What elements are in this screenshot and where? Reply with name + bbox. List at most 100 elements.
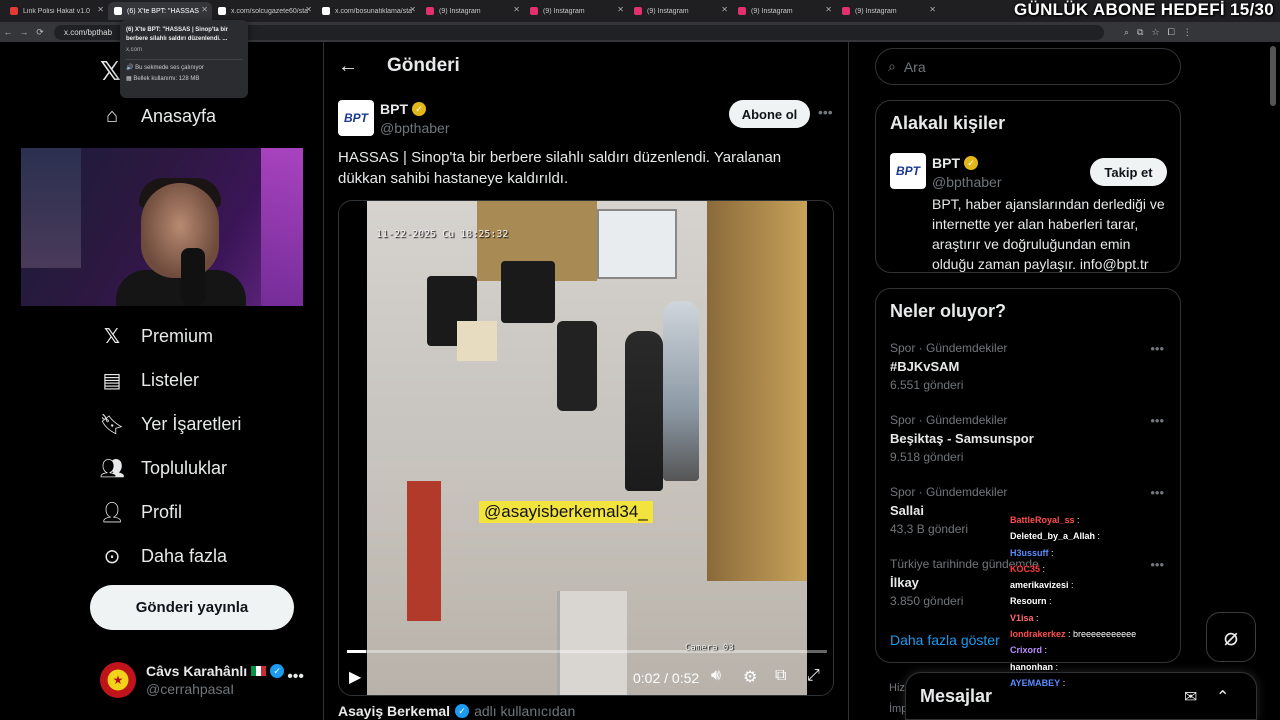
volume-icon[interactable]: 🔊︎ [711, 667, 721, 685]
post-button[interactable]: Gönderi yayınla [90, 585, 294, 630]
tab-favicon-icon [530, 7, 538, 15]
sidebar-item-home[interactable]: ⌂ Anasayfa [100, 101, 216, 131]
avatar[interactable]: BPT [890, 153, 926, 189]
x-logo-icon[interactable]: 𝕏 [100, 56, 121, 87]
webcam-overlay [21, 148, 303, 306]
extensions-icon[interactable]: ⧠ [1168, 27, 1175, 38]
new-message-icon[interactable]: ✉ [1184, 687, 1197, 707]
tweet-author-handle[interactable]: @bpthaber [380, 120, 449, 136]
tab-favicon-icon [114, 7, 122, 15]
hover-card-title: (6) X'te BPT: "HASSAS | Sinop'ta bir ber… [126, 27, 229, 42]
grok-icon[interactable]: ⌀ [1206, 612, 1256, 662]
browser-tab[interactable]: (9) Instagram ✕ [420, 2, 524, 20]
related-handle[interactable]: @bpthaber [932, 174, 1001, 190]
sidebar-item-profile[interactable]: 👤︎ Profil [99, 497, 182, 527]
settings-gear-icon[interactable]: ⚙ [743, 667, 757, 687]
bookmark-icon: 🔖︎ [99, 413, 125, 436]
pip-icon[interactable]: ⧉ [775, 667, 786, 685]
video-attribution: Asayiş Berkemal ✓ adlı kullanıcıdan [338, 703, 576, 719]
avatar[interactable]: BPT [338, 100, 374, 136]
expand-up-icon[interactable]: ⌃ [1216, 687, 1229, 707]
browser-tab[interactable]: x.com/solcugazete60/sta ✕ [212, 2, 316, 20]
search-bar[interactable]: ⌕ [875, 48, 1181, 85]
tab-favicon-icon [842, 7, 850, 15]
chat-username: Resourn [1010, 596, 1047, 607]
scrollbar[interactable] [1270, 46, 1276, 106]
tab-close-icon[interactable]: ✕ [97, 5, 104, 14]
search-input[interactable] [903, 58, 1144, 75]
zoom-icon[interactable]: ⌕ [1124, 27, 1129, 38]
browser-tab[interactable]: (9) Instagram ✕ [836, 2, 940, 20]
more-icon[interactable]: ••• [818, 104, 833, 120]
video-progress-bar[interactable] [347, 650, 827, 653]
chat-text: : [1033, 612, 1039, 623]
subscribe-button[interactable]: Abone ol [729, 100, 810, 128]
chat-message: BattleRoyal_ss : [1010, 512, 1180, 528]
chat-message: amerikavizesi : [1010, 577, 1180, 593]
tab-close-icon[interactable]: ✕ [409, 5, 416, 14]
tab-close-icon[interactable]: ✕ [305, 5, 312, 14]
tab-favicon-icon [10, 7, 18, 15]
tab-close-icon[interactable]: ✕ [825, 5, 832, 14]
install-icon[interactable]: ⧉ [1137, 27, 1143, 38]
sidebar-item-communities[interactable]: 👥︎ Topluluklar [99, 453, 227, 483]
star-icon[interactable]: ☆ [1151, 27, 1159, 38]
browser-tab[interactable]: x.com/bosunatiklama/sta ✕ [316, 2, 420, 20]
more-icon[interactable]: ••• [1150, 485, 1164, 500]
chat-username: KOC35 [1010, 563, 1041, 574]
reload-icon[interactable]: ⟳ [32, 27, 48, 38]
trend-item[interactable]: Spor · Gündemdekiler #BJKvSAM 6.551 gönd… [890, 341, 1170, 392]
sidebar-item-more[interactable]: ⊙ Daha fazla [100, 541, 227, 571]
verified-icon: ✓ [270, 664, 285, 678]
related-name[interactable]: BPT [932, 155, 960, 171]
chat-text: : [1042, 645, 1048, 656]
play-icon[interactable]: ▶ [349, 667, 361, 687]
tab-close-icon[interactable]: ✕ [617, 5, 624, 14]
chat-username: amerikavizesi [1010, 580, 1069, 591]
browser-tab[interactable]: (6) X'te BPT: "HASSAS ✕ [108, 2, 212, 20]
back-arrow-icon[interactable]: ← [338, 55, 358, 78]
verified-icon: ✓ [455, 704, 470, 718]
video-controls: ▶ 0:02 / 0:52 🔊︎ ⚙ ⧉ ⤢ [339, 661, 833, 695]
back-icon[interactable]: ← [0, 27, 16, 37]
more-icon[interactable]: ••• [1150, 341, 1164, 356]
more-icon[interactable]: ••• [287, 668, 304, 686]
tab-close-icon[interactable]: ✕ [929, 5, 936, 14]
more-icon[interactable]: ••• [1150, 413, 1164, 428]
follow-button[interactable]: Takip et [1090, 158, 1167, 186]
account-switcher[interactable]: ★ Câvs Karahânlı ✓ @cerrahpasaI ••• [100, 660, 310, 700]
video-player[interactable]: 11-22-2025 Cu 18:25:32 Camera 03 @asayis… [338, 200, 834, 696]
stream-chat-overlay: BattleRoyal_ss : Deleted_by_a_Allah : H3… [1010, 512, 1180, 691]
trend-item[interactable]: Spor · Gündemdekiler Beşiktaş - Samsunsp… [890, 413, 1170, 464]
sidebar-item-premium[interactable]: 𝕏 Premium [100, 321, 213, 351]
list-icon: ▤ [102, 369, 122, 392]
forward-icon[interactable]: → [16, 27, 32, 37]
browser-tab[interactable]: Link Polisi Hakat v1.0 ✕ [4, 2, 108, 20]
attribution-name[interactable]: Asayiş Berkemal [338, 703, 450, 719]
browser-tab[interactable]: (9) Instagram ✕ [628, 2, 732, 20]
tab-favicon-icon [426, 7, 434, 15]
search-icon: ⌕ [888, 58, 896, 74]
card-title: Neler oluyor? [890, 301, 1007, 321]
chat-message: Crixord : [1010, 642, 1180, 658]
tweet-text: HASSAS | Sinop'ta bir berbere silahlı sa… [338, 149, 782, 187]
chat-username: AYEMABEY [1010, 677, 1061, 688]
menu-icon[interactable]: ⋮ [1183, 27, 1192, 38]
browser-tab[interactable]: (9) Instagram ✕ [732, 2, 836, 20]
avatar: ★ [100, 662, 136, 698]
tab-close-icon[interactable]: ✕ [513, 5, 520, 14]
browser-tab[interactable]: (9) Instagram ✕ [524, 2, 628, 20]
account-name: Câvs Karahânlı [146, 663, 248, 679]
sidebar-item-bookmarks[interactable]: 🔖︎ Yer İşaretleri [99, 409, 241, 439]
sidebar-item-lists[interactable]: ▤ Listeler [100, 365, 199, 395]
tab-close-icon[interactable]: ✕ [721, 5, 728, 14]
chat-username: Crixord [1010, 645, 1043, 656]
show-more-link[interactable]: Daha fazla göster [890, 632, 1000, 648]
fullscreen-icon[interactable]: ⤢ [807, 667, 820, 685]
chat-username: hanonhan [1010, 661, 1053, 672]
messages-title: Mesajlar [920, 685, 993, 706]
tweet-author-name[interactable]: BPT [380, 101, 408, 117]
tab-title: (9) Instagram [543, 7, 585, 15]
related-people-card: Alakalı kişiler BPT BPT ✓ @bpthaber Taki… [875, 100, 1181, 273]
tab-close-icon[interactable]: ✕ [201, 5, 208, 14]
